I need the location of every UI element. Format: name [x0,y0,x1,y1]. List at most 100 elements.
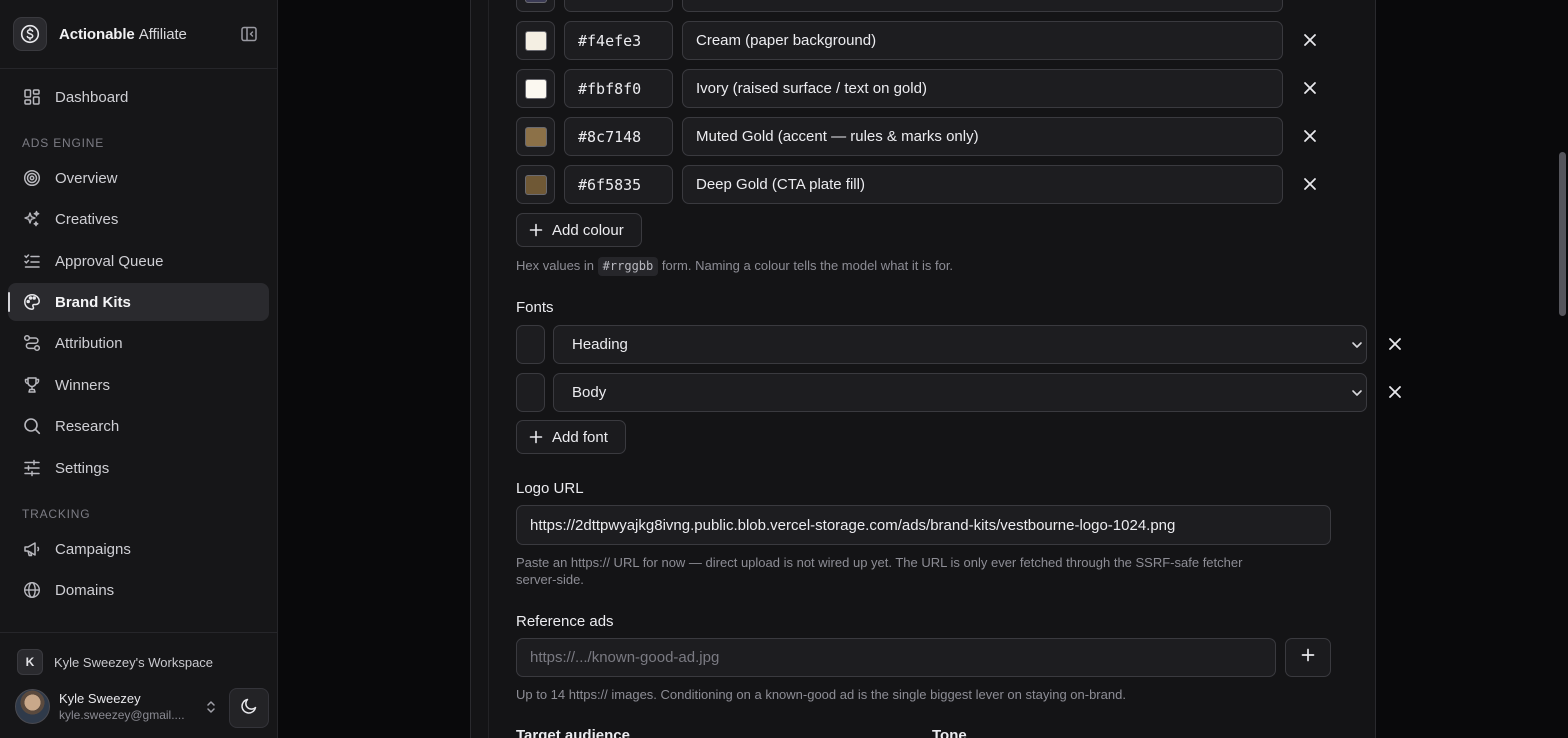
colour-swatch[interactable] [516,117,555,156]
sidebar-item-dashboard[interactable]: Dashboard [8,78,269,116]
plus-icon [1301,648,1315,667]
layout-grid-icon [22,88,41,107]
colour-chip [524,78,547,99]
logo-help-text: Paste an https:// URL for now — direct u… [516,555,1243,587]
reference-ads-help-text: Up to 14 https:// images. Conditioning o… [516,687,1126,702]
sidebar-item-label: Research [55,417,120,435]
sidebar-item-label: Campaigns [55,540,131,558]
avatar [15,689,50,724]
font-drag-handle[interactable] [516,373,545,412]
colour-name-input[interactable]: Deep Gold (CTA plate fill) [682,165,1283,204]
sidebar-item-label: Overview [55,169,118,187]
sidebar-item-attribution[interactable]: Attribution [8,324,269,362]
add-colour-button[interactable]: Add colour [516,213,642,247]
app-name: Actionable Affiliate [59,25,187,43]
font-role-select-body[interactable]: Body [553,373,1367,412]
remove-font-icon[interactable] [1386,335,1404,353]
colour-hex-input[interactable]: #8c7148 [564,117,673,156]
sidebar-item-approval-queue[interactable]: Approval Queue [8,242,269,280]
sidebar-item-research[interactable]: Research [8,407,269,445]
colour-chip [524,30,547,51]
colour-name-input[interactable]: Muted Gold (accent — rules & marks only) [682,117,1283,156]
workspace-badge: K [17,649,43,675]
colour-hex-input[interactable]: #fbf8f0 [564,69,673,108]
sidebar-collapse-icon[interactable] [240,25,258,43]
sidebar-item-label: Winners [55,376,111,394]
moon-icon [240,697,258,720]
sidebar-item-domains[interactable]: Domains [8,571,269,609]
user-name: Kyle Sweezey [59,691,141,706]
trophy-icon [22,376,41,395]
remove-font-icon[interactable] [1386,383,1404,401]
workspace-name: Kyle Sweezey's Workspace [54,654,214,670]
reference-ads-label: Reference ads [516,613,614,630]
section-label-tracking: TRACKING [22,507,91,521]
colour-name-input[interactable]: Cream (paper background) [682,21,1283,60]
colour-name-input[interactable]: Ivory (raised surface / text on gold) [682,69,1283,108]
theme-toggle-button[interactable] [229,688,269,728]
target-audience-label: Target audience [516,727,630,738]
target-icon [22,169,41,188]
sidebar-item-brand-kits[interactable]: Brand Kits [8,283,269,321]
user-email: kyle.sweezey@gmail.... [59,708,185,722]
sparkles-icon [22,210,41,229]
search-icon [22,417,41,436]
plus-icon [529,223,543,237]
add-font-button[interactable]: Add font [516,420,626,454]
colour-chip [524,174,547,195]
colour-hex-input[interactable]: #f4efe3 [564,21,673,60]
logo-url-label: Logo URL [516,480,584,497]
route-icon [22,334,41,353]
colour-swatch[interactable] [516,0,555,12]
chevron-down-icon [1350,338,1364,352]
tone-label: Tone [932,727,967,738]
scrollbar[interactable] [1556,0,1568,738]
remove-colour-icon[interactable] [1301,79,1319,97]
sidebar-item-label: Brand Kits [55,293,131,311]
colour-chip [524,126,547,147]
colour-swatch[interactable] [516,165,555,204]
divider [488,0,489,738]
sidebar-item-label: Settings [55,459,110,477]
globe-icon [22,581,41,600]
sidebar-item-label: Creatives [55,210,119,228]
scrollbar-thumb[interactable] [1559,152,1566,316]
colour-swatch[interactable] [516,21,555,60]
palette-icon [22,293,41,312]
plus-icon [529,430,543,444]
sidebar-item-label: Domains [55,581,115,599]
fonts-label: Fonts [516,299,554,316]
remove-colour-icon[interactable] [1301,175,1319,193]
sidebar: Actionable Affiliate Dashboard ADS ENGIN… [0,0,278,738]
sidebar-item-winners[interactable]: Winners [8,366,269,404]
sidebar-item-campaigns[interactable]: Campaigns [8,530,269,568]
divider [0,68,277,69]
sidebar-item-label: Attribution [55,334,123,352]
remove-colour-icon[interactable] [1301,31,1319,49]
section-label-ads-engine: ADS ENGINE [22,136,105,150]
chevron-down-icon [1350,386,1364,400]
chevrons-up-down-icon[interactable] [203,699,219,715]
megaphone-icon [22,540,41,559]
logo-url-input[interactable]: https://2dttpwyajkg8ivng.public.blob.ver… [516,505,1331,545]
sidebar-item-label: Dashboard [55,88,129,106]
font-drag-handle[interactable] [516,325,545,364]
brand[interactable]: Actionable Affiliate [13,17,187,51]
sidebar-item-overview[interactable]: Overview [8,159,269,197]
colour-hex-input[interactable] [564,0,673,12]
remove-colour-icon[interactable] [1301,127,1319,145]
sidebar-item-settings[interactable]: Settings [8,449,269,487]
hex-format-code: #rrggbb [597,257,659,276]
colour-swatch[interactable] [516,69,555,108]
user-menu[interactable]: Kyle Sweezey kyle.sweezey@gmail.... [15,689,194,724]
sidebar-item-label: Approval Queue [55,252,164,270]
colour-hex-input[interactable]: #6f5835 [564,165,673,204]
add-reference-ad-button[interactable] [1285,638,1331,677]
font-role-select-heading[interactable]: Heading [553,325,1367,364]
colour-name-input[interactable] [682,0,1283,12]
workspace-switcher[interactable]: K Kyle Sweezey's Workspace [17,649,213,675]
sidebar-item-creatives[interactable]: Creatives [8,200,269,238]
reference-ad-url-input[interactable] [516,638,1276,677]
divider [0,632,277,633]
sliders-icon [22,459,41,478]
